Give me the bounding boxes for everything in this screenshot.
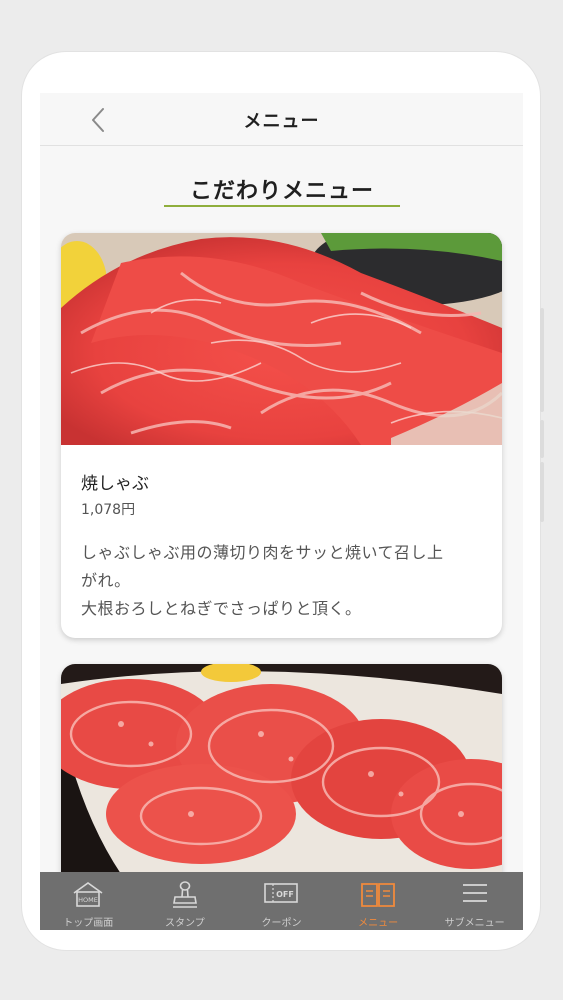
tab-label: スタンプ (165, 918, 205, 929)
menu-item-card[interactable]: 焼しゃぶ 1,078円 しゃぶしゃぶ用の薄切り肉をサッと焼いて召し上 がれ。 大… (61, 233, 502, 638)
home-icon: HOME (73, 882, 103, 907)
side-button (540, 308, 544, 412)
description-line: がれ。 (81, 571, 131, 590)
hamburger-icon (462, 884, 487, 902)
side-button (540, 462, 544, 522)
tab-stamp[interactable]: スタンプ (137, 872, 234, 930)
description-line: 大根おろしとねぎでさっぱりと頂く。 (81, 599, 362, 618)
tab-label: トップ画面 (63, 918, 114, 929)
tab-label: サブメニュー (444, 918, 505, 929)
app-screen: メニュー こだわりメニュー 焼しゃぶ 1,078円 しゃぶしゃぶ用の薄切り肉をサ… (40, 93, 523, 930)
tab-label: クーポン (261, 918, 302, 929)
svg-text:HOME: HOME (78, 896, 98, 904)
svg-text:OFF: OFF (277, 890, 295, 899)
tab-submenu[interactable]: サブメニュー (426, 872, 523, 930)
coupon-icon: OFF (264, 883, 299, 903)
menu-item-name: 焼しゃぶ (81, 474, 149, 494)
menu-item-description: しゃぶしゃぶ用の薄切り肉をサッと焼いて召し上 がれ。 大根おろしとねぎでさっぱり… (81, 539, 486, 623)
stamp-icon (172, 881, 197, 908)
description-line: しゃぶしゃぶ用の薄切り肉をサッと焼いて召し上 (81, 543, 444, 562)
section-underline (164, 205, 400, 207)
tab-label: メニュー (358, 918, 399, 929)
menu-item-photo (61, 233, 502, 445)
menu-book-icon (361, 883, 395, 907)
menu-item-price: 1,078円 (81, 502, 136, 518)
tab-coupon[interactable]: OFF クーポン (233, 872, 330, 930)
navigation-bar: メニュー (40, 93, 523, 146)
side-button (540, 420, 544, 458)
page-title: メニュー (243, 111, 320, 132)
tab-top[interactable]: HOME トップ画面 (40, 872, 137, 930)
tab-menu[interactable]: メニュー (330, 872, 427, 930)
section-title: こだわりメニュー (189, 179, 374, 204)
menu-item-photo (61, 664, 502, 874)
bottom-tab-bar: HOME トップ画面 スタンプ OFF クーポン メニュー サブメニュー (40, 872, 523, 930)
